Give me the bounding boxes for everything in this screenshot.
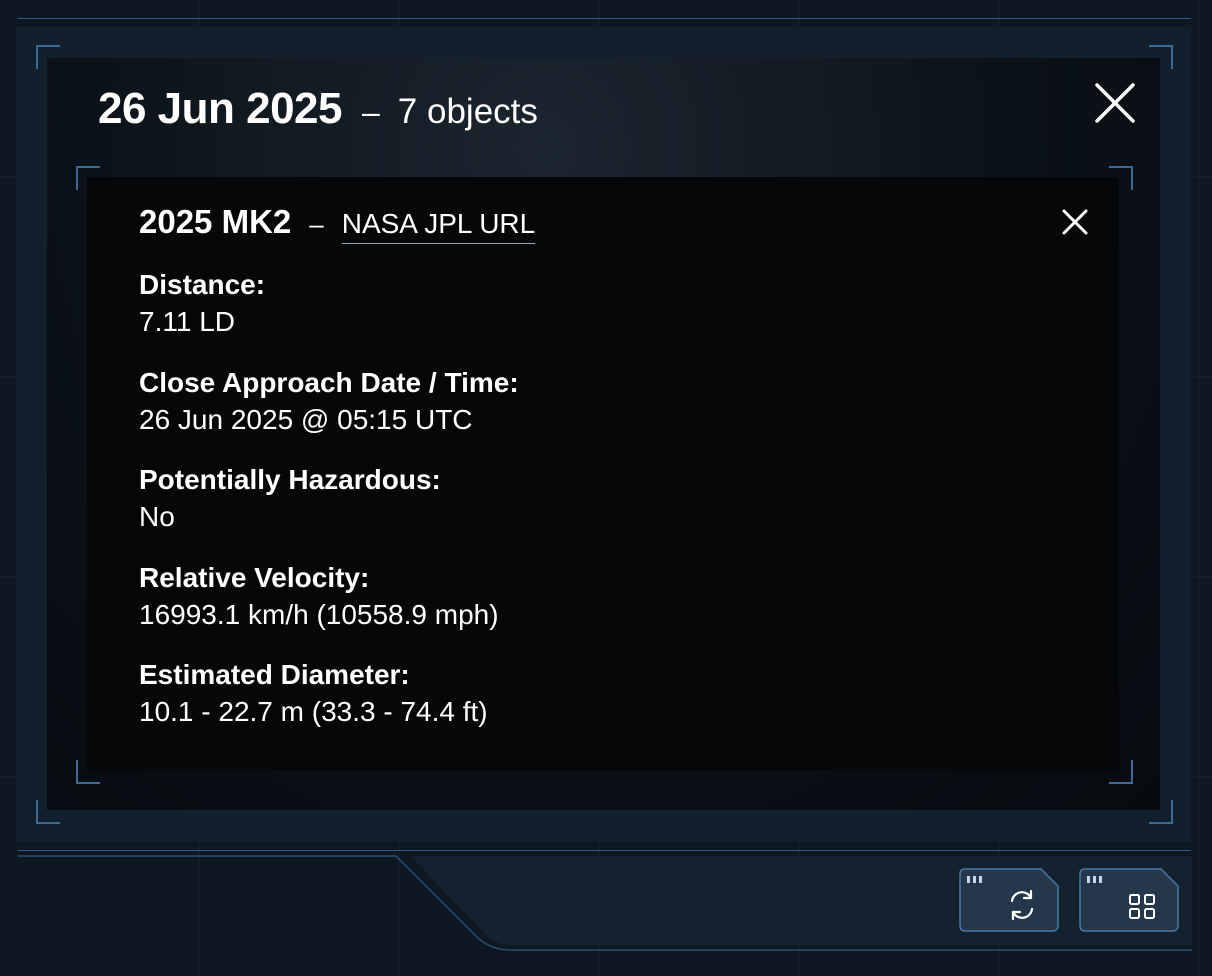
page: 26 Jun 2025 – 7 objects 2025 MK2 – NASA … <box>0 0 1212 976</box>
top-divider <box>18 18 1191 19</box>
bottom-divider <box>18 850 1191 851</box>
corner-bracket <box>1109 166 1133 190</box>
card-header: 2025 MK2 – NASA JPL URL <box>139 203 536 244</box>
diameter-field: Estimated Diameter: 10.1 - 22.7 m (33.3 … <box>139 657 488 731</box>
field-value: 26 Jun 2025 @ 05:15 UTC <box>139 404 473 435</box>
field-label: Potentially Hazardous: <box>139 464 441 495</box>
grid-view-button[interactable] <box>1079 868 1179 937</box>
corner-bracket <box>1149 800 1173 824</box>
field-value: No <box>139 501 175 532</box>
corner-bracket <box>76 760 100 784</box>
date-title: 26 Jun 2025 <box>98 84 343 133</box>
close-icon <box>1062 209 1088 235</box>
hazardous-field: Potentially Hazardous: No <box>139 462 441 536</box>
field-label: Distance: <box>139 269 266 300</box>
velocity-field: Relative Velocity: 16993.1 km/h (10558.9… <box>139 560 499 634</box>
field-value: 10.1 - 22.7 m (33.3 - 74.4 ft) <box>139 696 488 727</box>
field-label: Close Approach Date / Time: <box>139 367 519 398</box>
refresh-button[interactable] <box>959 868 1059 937</box>
nasa-jpl-link[interactable]: NASA JPL URL <box>341 208 536 244</box>
corner-bracket <box>1109 760 1133 784</box>
panel-title: 26 Jun 2025 – 7 objects <box>98 84 538 134</box>
corner-bracket <box>36 800 60 824</box>
close-approach-field: Close Approach Date / Time: 26 Jun 2025 … <box>139 365 519 439</box>
corner-bracket <box>1149 45 1173 69</box>
close-panel-button[interactable] <box>1094 82 1136 124</box>
close-card-button[interactable] <box>1062 209 1088 235</box>
corner-bracket <box>36 45 60 69</box>
field-value: 7.11 LD <box>139 306 235 337</box>
title-separator: – <box>362 94 380 130</box>
corner-bracket <box>76 166 100 190</box>
close-icon <box>1095 83 1135 123</box>
card-separator: – <box>309 209 324 239</box>
field-value: 16993.1 km/h (10558.9 mph) <box>139 599 499 630</box>
object-count: 7 objects <box>397 92 538 131</box>
object-name: 2025 MK2 <box>139 203 292 240</box>
field-label: Relative Velocity: <box>139 562 370 593</box>
field-label: Estimated Diameter: <box>139 659 410 690</box>
distance-field: Distance: 7.11 LD <box>139 267 265 341</box>
